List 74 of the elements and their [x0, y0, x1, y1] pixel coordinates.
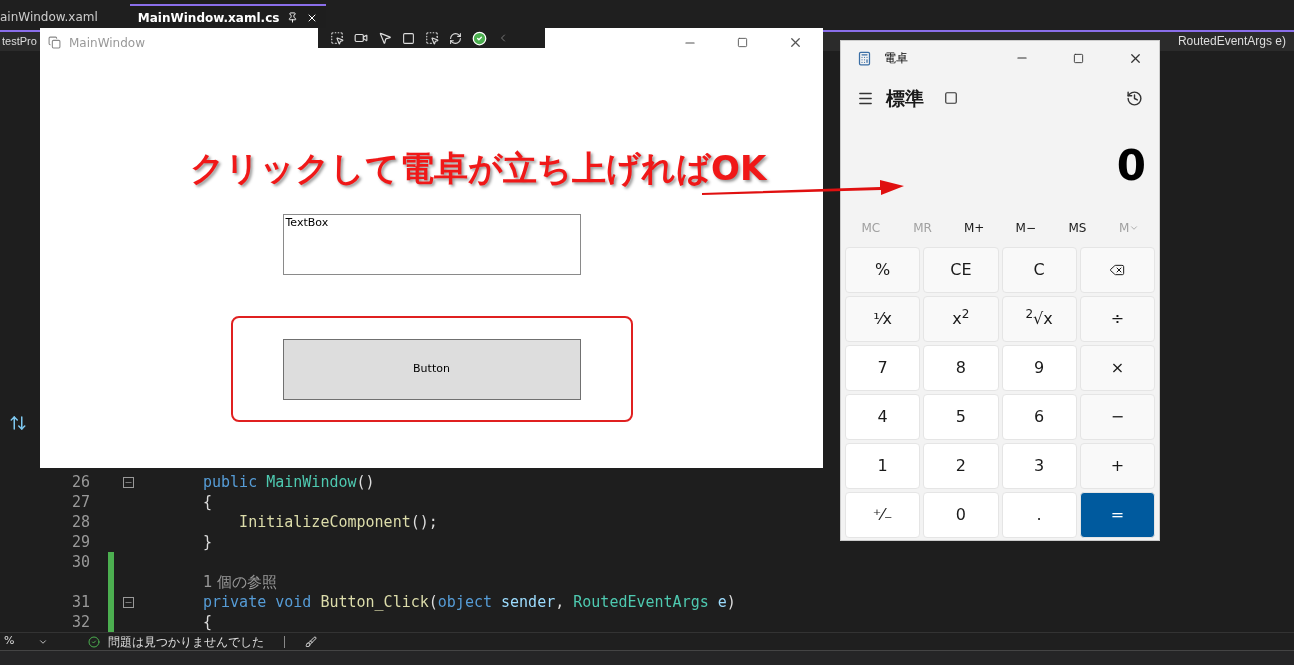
calculator-key[interactable]: x$^{2}$ [923, 296, 999, 342]
calculator-key[interactable]: + [1079, 443, 1155, 489]
line-number: 32 [70, 611, 90, 633]
calculator-key[interactable]: 0 [923, 492, 999, 538]
calculator-key[interactable]: CE [923, 247, 999, 293]
brush-icon[interactable] [305, 635, 318, 648]
collapse-icon[interactable] [122, 476, 134, 488]
code-line: } [203, 531, 213, 553]
history-icon[interactable] [1126, 89, 1143, 107]
editor-tab[interactable]: ainWindow.xaml [0, 3, 106, 30]
code-line: { [203, 491, 213, 513]
calculator-key[interactable]: − [1079, 394, 1155, 440]
code-line: InitializeComponent(); [238, 511, 438, 533]
calculator-key[interactable]: 6 [1001, 394, 1077, 440]
calculator-key[interactable]: 4 [845, 394, 921, 440]
keep-on-top-icon[interactable] [944, 91, 958, 105]
line-number: 28 [70, 511, 90, 533]
calculator-key[interactable]: . [1001, 492, 1077, 538]
status-message: 問題は見つかりませんでした [108, 633, 265, 651]
memory-button[interactable]: M− [1000, 209, 1052, 247]
select-element-icon[interactable] [330, 31, 344, 45]
calculator-key[interactable]: ¹⁄x [845, 296, 921, 342]
chevron-icon [1129, 223, 1140, 233]
code-line: private void Button_Click(object sender, RoutedEventArgs e) [203, 591, 736, 613]
calculator-key[interactable]: 9 [1001, 345, 1077, 391]
maximize-icon[interactable] [737, 37, 748, 48]
memory-button[interactable]: MS [1051, 209, 1104, 247]
collapse-icon[interactable] [122, 596, 134, 608]
button[interactable]: Button [282, 338, 581, 400]
close-icon[interactable] [788, 35, 803, 50]
calculator-key[interactable]: 7 [845, 345, 921, 391]
project-dropdown[interactable]: testPro [0, 33, 37, 50]
calculator-display: 0 [1116, 139, 1146, 192]
maximize-icon[interactable] [1073, 52, 1084, 64]
calculator-key[interactable]: $^{2}$√x [1001, 296, 1077, 342]
calculator-key[interactable]: % [845, 247, 921, 293]
pointer-frame-icon[interactable] [425, 31, 439, 45]
refresh-icon[interactable] [449, 31, 462, 45]
calculator-key[interactable]: 8 [923, 345, 999, 391]
check-icon [88, 635, 101, 648]
code-line: public MainWindow() [203, 471, 375, 493]
line-number: 30 [70, 551, 90, 573]
calculator-key[interactable]: ÷ [1079, 296, 1155, 342]
backspace-icon [1109, 262, 1126, 278]
window-title: 電卓 [884, 50, 908, 67]
line-number: 31 [70, 591, 90, 613]
calculator-icon [857, 50, 872, 66]
camera-icon[interactable] [354, 31, 368, 45]
window-icon [48, 36, 61, 49]
calculator-key[interactable]: = [1079, 492, 1155, 538]
zoom-level[interactable]: % [0, 633, 15, 650]
code-line: 1 個の参照 [203, 571, 278, 593]
calculator-key[interactable]: × [1079, 345, 1155, 391]
check-icon[interactable] [472, 30, 487, 46]
calculator-key[interactable]: ⁺⁄₋ [845, 492, 921, 538]
calculator-key[interactable]: C [1001, 247, 1077, 293]
annotation-text: クリックして電卓が立ち上げればOK [190, 147, 767, 190]
calculator-key[interactable]: 5 [923, 394, 999, 440]
text-input[interactable]: TextBox [282, 214, 581, 275]
sync-icon[interactable] [9, 414, 27, 433]
calculator-key[interactable]: 3 [1001, 443, 1077, 489]
line-number: 26 [70, 471, 90, 493]
mode-title: 標準 [886, 85, 924, 111]
window-title: MainWindow [69, 34, 145, 52]
square-icon[interactable] [402, 31, 415, 45]
member-breadcrumb[interactable]: RoutedEventArgs e) [1177, 32, 1286, 51]
calculator-key[interactable]: 2 [923, 443, 999, 489]
pin-icon[interactable] [287, 12, 299, 24]
memory-button[interactable]: M+ [948, 209, 1000, 247]
calculator-key[interactable]: 1 [845, 443, 921, 489]
cursor-icon[interactable] [378, 31, 392, 45]
line-number: 29 [70, 531, 90, 553]
line-number: 27 [70, 491, 90, 513]
code-line: { [203, 611, 213, 633]
